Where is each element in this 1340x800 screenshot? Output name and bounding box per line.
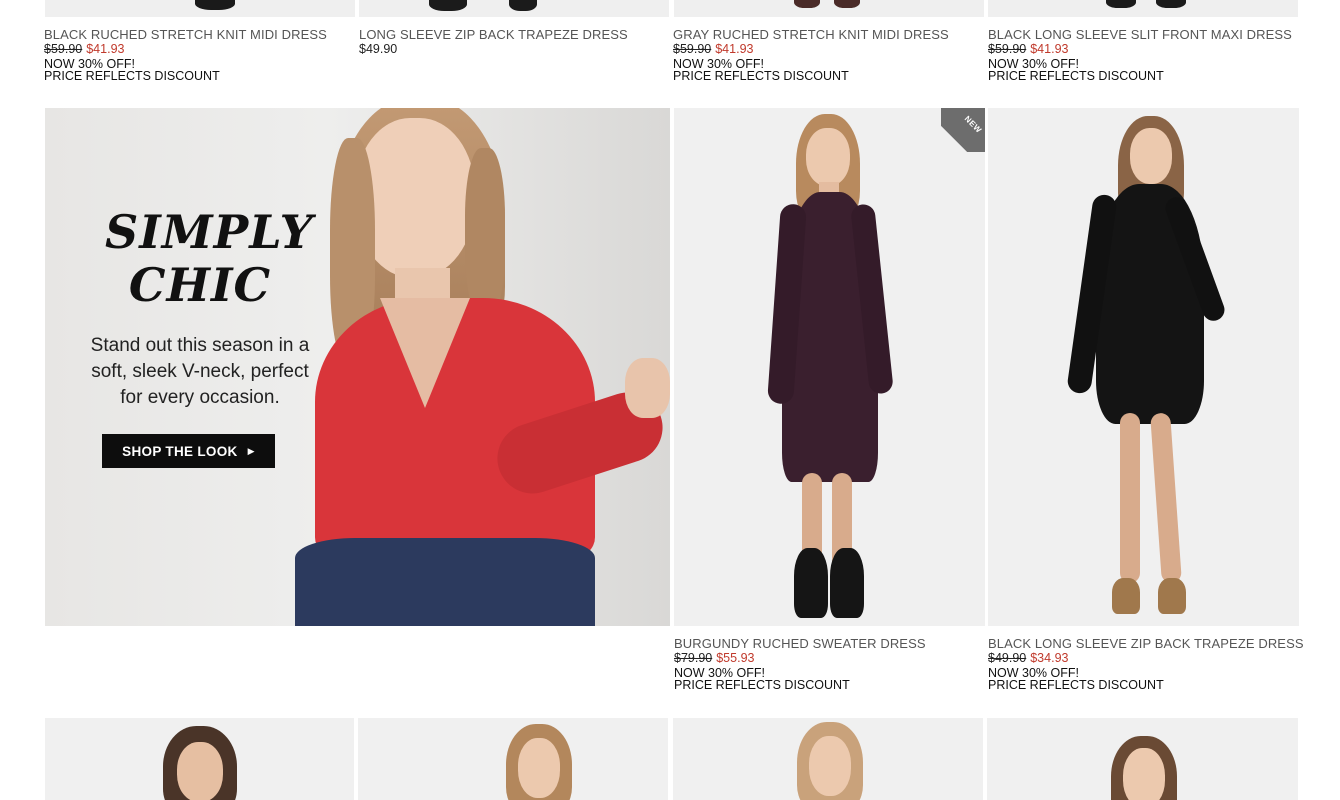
product-name[interactable]: BURGUNDY RUCHED SWEATER DRESS (674, 636, 926, 651)
product-price: $79.90 $55.93 (674, 651, 754, 665)
model-face (518, 738, 560, 798)
model-face (177, 742, 223, 800)
banner-subtitle: Stand out this season in a soft, sleek V… (75, 333, 325, 411)
product-price: $59.90 $41.93 (673, 42, 753, 56)
banner-title-line: CHIC (128, 258, 272, 312)
banner-title: SIMPLY CHIC (105, 205, 314, 312)
sale-price: $34.93 (1030, 651, 1069, 665)
caret-right-icon: ▶ (247, 445, 255, 456)
banner-subtitle-line: soft, sleek V-neck, perfect (91, 361, 309, 382)
model-photo (295, 108, 670, 626)
product-image[interactable] (45, 0, 355, 17)
original-price: $79.90 (674, 651, 713, 665)
promo-text: PRICE REFLECTS DISCOUNT (988, 69, 1164, 83)
sale-price: $55.93 (716, 651, 755, 665)
promo-text: PRICE REFLECTS DISCOUNT (673, 69, 849, 83)
product-image[interactable] (988, 108, 1299, 626)
promo-text: PRICE REFLECTS DISCOUNT (988, 678, 1164, 692)
promo-text: PRICE REFLECTS DISCOUNT (44, 69, 220, 83)
product-price: $49.90 (359, 42, 397, 56)
original-price: $59.90 (673, 42, 712, 56)
product-image[interactable] (988, 0, 1298, 17)
model-face (1130, 128, 1172, 184)
product-name[interactable]: BLACK LONG SLEEVE ZIP BACK TRAPEZE DRESS (988, 636, 1304, 651)
product-name[interactable]: BLACK RUCHED STRETCH KNIT MIDI DRESS (44, 27, 327, 42)
promo-text: PRICE REFLECTS DISCOUNT (674, 678, 850, 692)
original-price: $59.90 (44, 42, 83, 56)
product-image[interactable] (45, 718, 354, 800)
shop-the-look-button[interactable]: SHOP THE LOOK ▶ (102, 434, 275, 468)
product-name[interactable]: LONG SLEEVE ZIP BACK TRAPEZE DRESS (359, 27, 628, 42)
product-image[interactable] (359, 0, 669, 17)
sale-price: $41.93 (715, 42, 754, 56)
original-price: $49.90 (988, 651, 1027, 665)
product-price: $59.90 $41.93 (44, 42, 124, 56)
sale-price: $41.93 (1030, 42, 1069, 56)
product-image[interactable] (674, 0, 984, 17)
banner-subtitle-line: for every occasion. (120, 387, 280, 408)
product-image[interactable] (987, 718, 1298, 800)
shop-the-look-label: SHOP THE LOOK (122, 443, 238, 459)
sale-price: $41.93 (86, 42, 125, 56)
model-shoe (1158, 578, 1186, 614)
model-leg (1120, 413, 1140, 583)
product-price: $59.90 $41.93 (988, 42, 1068, 56)
product-image[interactable]: NEW (674, 108, 985, 626)
model-leg (1150, 412, 1182, 584)
model-shoe (830, 548, 864, 618)
model-face (809, 736, 851, 796)
new-badge: NEW (941, 108, 985, 152)
product-name[interactable]: GRAY RUCHED STRETCH KNIT MIDI DRESS (673, 27, 949, 42)
model-face (806, 128, 850, 186)
banner-title-line: SIMPLY (105, 205, 314, 259)
model-shoe (794, 548, 828, 618)
product-image[interactable] (358, 718, 668, 800)
promo-banner[interactable]: SIMPLY CHIC Stand out this season in a s… (45, 108, 670, 626)
product-image[interactable] (673, 718, 983, 800)
regular-price: $49.90 (359, 42, 398, 56)
model-shoe (1112, 578, 1140, 614)
product-price: $49.90 $34.93 (988, 651, 1068, 665)
original-price: $59.90 (988, 42, 1027, 56)
product-name[interactable]: BLACK LONG SLEEVE SLIT FRONT MAXI DRESS (988, 27, 1292, 42)
model-face (1123, 748, 1165, 800)
banner-subtitle-line: Stand out this season in a (90, 335, 310, 356)
